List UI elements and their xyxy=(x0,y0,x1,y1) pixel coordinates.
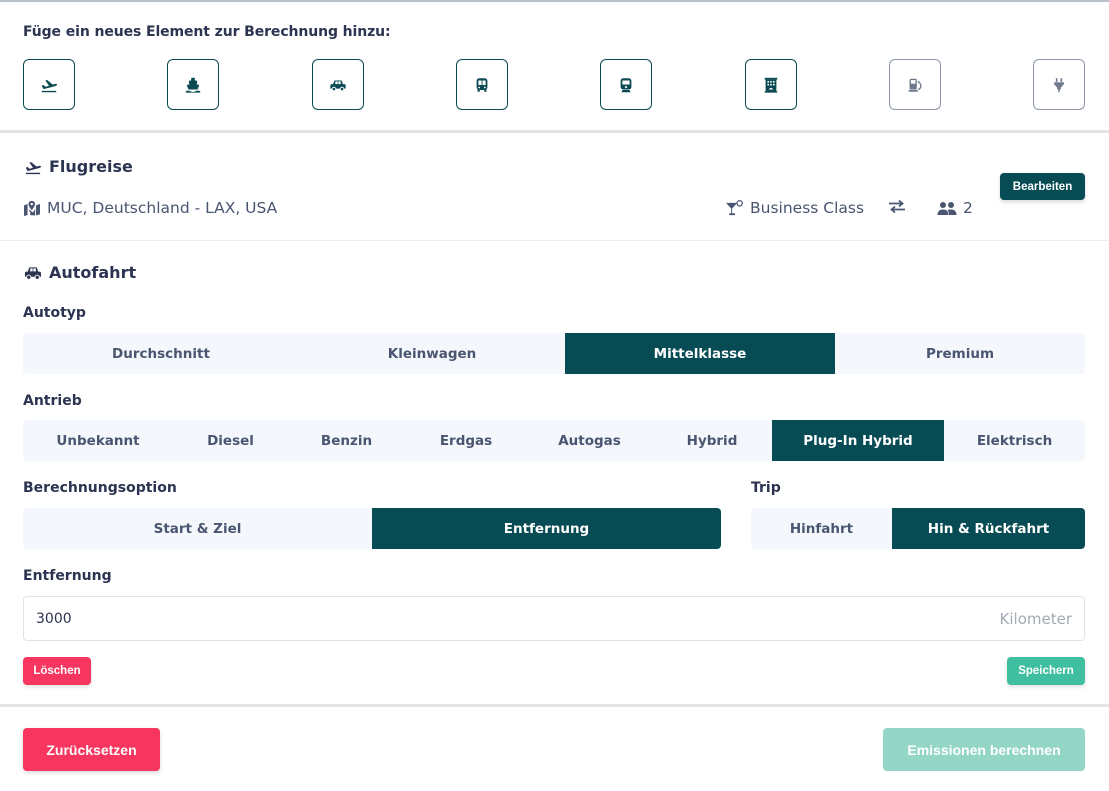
calc-option-selector: Start & Ziel Entfernung xyxy=(23,508,721,549)
distance-value[interactable]: 3000 xyxy=(36,611,1000,627)
hotel-icon xyxy=(764,77,778,93)
save-button[interactable]: Speichern xyxy=(1007,657,1085,685)
distance-input[interactable]: 3000 Kilometer xyxy=(23,596,1085,641)
exchange-icon xyxy=(889,199,905,214)
add-car-button[interactable] xyxy=(312,59,364,110)
car-icon xyxy=(330,80,346,91)
flight-class-text: Business Class xyxy=(750,199,865,217)
flight-class: Business Class xyxy=(725,199,864,217)
add-element-title: Füge ein neues Element zur Berechnung hi… xyxy=(23,24,391,40)
car-type-option-mittelklasse[interactable]: Mittelklasse xyxy=(565,333,835,374)
cocktail-icon xyxy=(726,199,743,215)
add-ship-button[interactable] xyxy=(167,59,219,110)
trip-option-hinfahrt[interactable]: Hinfahrt xyxy=(751,508,892,549)
car-type-option-premium[interactable]: Premium xyxy=(835,333,1085,374)
calc-option-start-ziel[interactable]: Start & Ziel xyxy=(23,508,372,549)
train-icon xyxy=(620,77,632,92)
reset-button[interactable]: Zurücksetzen xyxy=(23,728,160,771)
car-type-label: Autotyp xyxy=(23,305,86,321)
trip-selector: Hinfahrt Hin & Rückfahrt xyxy=(751,508,1085,549)
flight-round-trip xyxy=(888,199,906,214)
car-type-selector: Durchschnitt Kleinwagen Mittelklasse Pre… xyxy=(23,333,1085,374)
add-electricity-button[interactable] xyxy=(1033,59,1085,110)
gas-pump-icon xyxy=(908,78,922,92)
drive-option-diesel[interactable]: Diesel xyxy=(173,420,288,461)
car-section-title: Autofahrt xyxy=(23,263,136,282)
add-bus-button[interactable] xyxy=(456,59,508,110)
trip-label: Trip xyxy=(751,480,781,496)
passenger-count: 2 xyxy=(963,199,973,217)
delete-button[interactable]: Löschen xyxy=(23,657,91,685)
ship-icon xyxy=(185,77,201,93)
calc-option-label: Berechnungsoption xyxy=(23,480,177,496)
flight-divider xyxy=(0,240,1109,241)
plane-departure-icon xyxy=(41,79,58,92)
plug-icon xyxy=(1054,77,1064,92)
plane-departure-icon xyxy=(25,161,42,174)
drive-option-erdgas[interactable]: Erdgas xyxy=(405,420,527,461)
add-fuel-button[interactable] xyxy=(889,59,941,110)
car-type-option-durchschnitt[interactable]: Durchschnitt xyxy=(23,333,299,374)
drive-option-hybrid[interactable]: Hybrid xyxy=(652,420,772,461)
add-flight-button[interactable] xyxy=(23,59,75,110)
users-icon xyxy=(937,201,957,215)
add-element-section: Füge ein neues Element zur Berechnung hi… xyxy=(0,0,1109,130)
calculate-emissions-button[interactable]: Emissionen berechnen xyxy=(883,728,1085,771)
drive-option-benzin[interactable]: Benzin xyxy=(288,420,405,461)
flight-route: MUC, Deutschland - LAX, USA xyxy=(23,199,277,217)
drive-option-plug-in-hybrid[interactable]: Plug-In Hybrid xyxy=(772,420,944,461)
flight-route-text: MUC, Deutschland - LAX, USA xyxy=(47,199,278,217)
drive-label: Antrieb xyxy=(23,393,82,409)
edit-flight-button[interactable]: Bearbeiten xyxy=(1000,173,1085,200)
car-icon xyxy=(25,266,41,280)
footer-divider xyxy=(0,704,1109,707)
trip-option-hin-rueckfahrt[interactable]: Hin & Rückfahrt xyxy=(892,508,1085,549)
drive-selector: Unbekannt Diesel Benzin Erdgas Autogas H… xyxy=(23,420,1085,461)
add-train-button[interactable] xyxy=(600,59,652,110)
drive-option-elektrisch[interactable]: Elektrisch xyxy=(944,420,1085,461)
flight-passengers: 2 xyxy=(937,199,973,217)
flight-title-text: Flugreise xyxy=(49,157,133,176)
bus-icon xyxy=(476,77,488,92)
flight-section-title: Flugreise xyxy=(23,157,133,176)
drive-option-unbekannt[interactable]: Unbekannt xyxy=(23,420,173,461)
drive-option-autogas[interactable]: Autogas xyxy=(527,420,652,461)
distance-unit: Kilometer xyxy=(999,609,1072,628)
car-type-option-kleinwagen[interactable]: Kleinwagen xyxy=(299,333,565,374)
section-divider xyxy=(0,130,1109,133)
car-title-text: Autofahrt xyxy=(49,263,137,282)
map-marked-icon xyxy=(24,200,40,216)
calc-option-entfernung[interactable]: Entfernung xyxy=(372,508,721,549)
distance-label: Entfernung xyxy=(23,568,112,584)
add-hotel-button[interactable] xyxy=(745,59,797,110)
